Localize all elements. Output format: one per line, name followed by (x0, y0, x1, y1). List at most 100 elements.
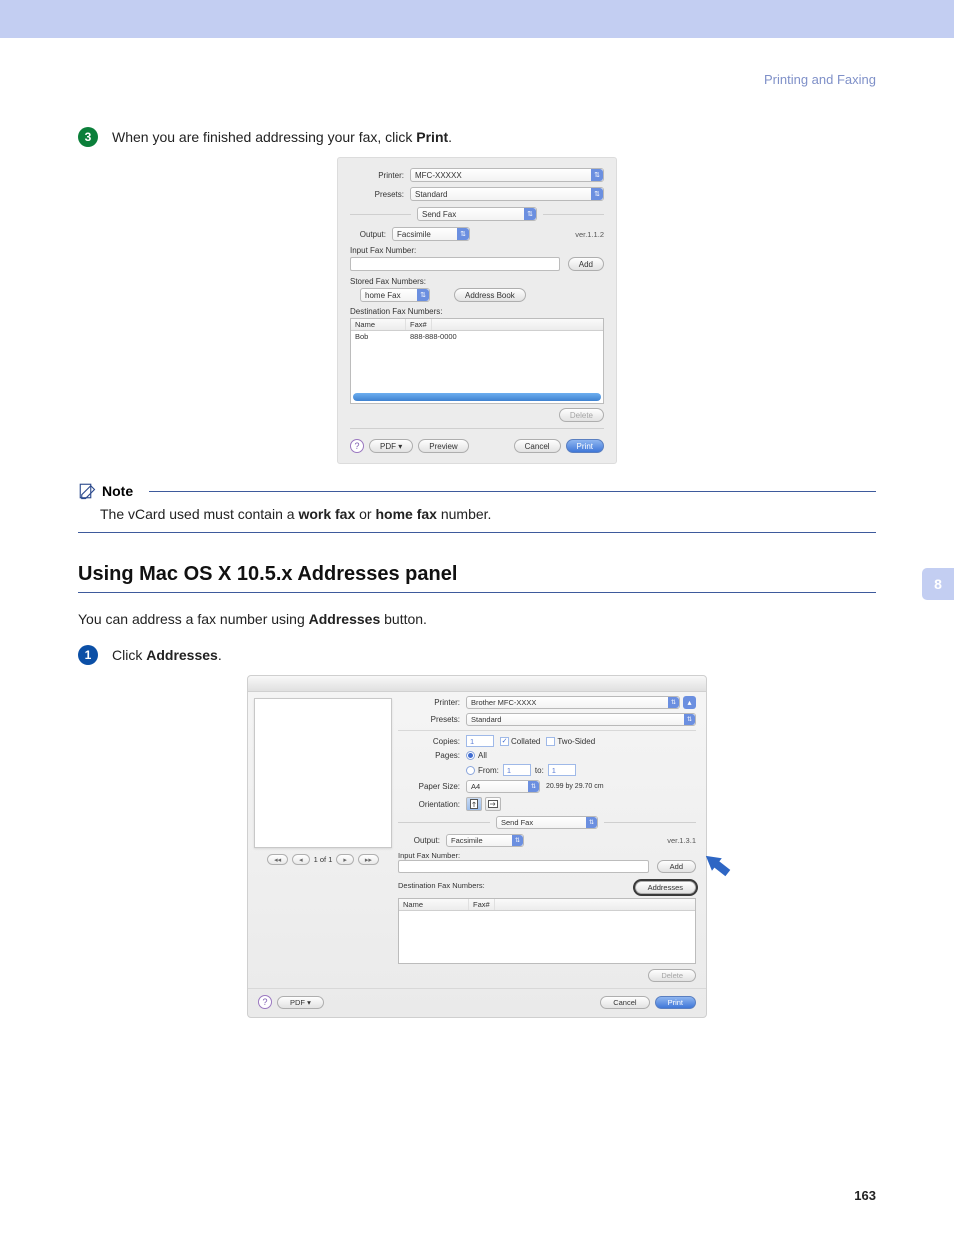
pager-text: 1 of 1 (314, 855, 333, 864)
output-label: Output: (350, 230, 392, 239)
input-fax-field[interactable] (350, 257, 560, 271)
chevron-updown-icon: ⇅ (512, 835, 523, 846)
note-block: Note The vCard used must contain a work … (78, 482, 876, 533)
step-3: 3 When you are finished addressing your … (78, 127, 876, 147)
dest-fax-table[interactable]: Name Fax# Bob 888-888-0000 (350, 318, 604, 404)
section-para: You can address a fax number using (78, 611, 309, 627)
add-button[interactable]: Add (657, 860, 696, 873)
cancel-button[interactable]: Cancel (600, 996, 649, 1009)
printer-label: Printer: (350, 171, 410, 180)
panel-value: Send Fax (422, 210, 456, 219)
address-book-button[interactable]: Address Book (454, 288, 526, 302)
step-3-period: . (448, 129, 452, 145)
chevron-updown-icon: ⇅ (528, 781, 539, 792)
window-titlebar (248, 676, 706, 692)
step-1: 1 Click Addresses. (78, 645, 876, 665)
step-1-addresses: Addresses (146, 647, 218, 663)
copies-input[interactable] (466, 735, 494, 747)
input-fax-label: Input Fax Number: (398, 851, 696, 860)
printer-value: MFC-XXXXX (415, 171, 462, 180)
note-text: The vCard used must contain a (100, 506, 298, 522)
stored-fax-value: home Fax (365, 291, 401, 300)
chevron-updown-icon: ⇅ (668, 697, 679, 708)
presets-select[interactable]: Standard ⇅ (466, 713, 696, 726)
papersize-select[interactable]: A4⇅ (466, 780, 540, 793)
output-label: Output: (398, 836, 446, 845)
pages-to-input[interactable] (548, 764, 576, 776)
pager-last[interactable]: ▸▸ (358, 854, 379, 865)
collated-checkbox[interactable]: ✓ (500, 737, 509, 746)
preview-button[interactable]: Preview (418, 439, 468, 453)
section-para-end: button. (380, 611, 427, 627)
help-icon[interactable]: ? (350, 439, 364, 453)
pages-from-radio[interactable] (466, 766, 475, 775)
input-fax-field[interactable] (398, 860, 649, 873)
orientation-portrait[interactable] (466, 797, 482, 811)
presets-value: Standard (471, 715, 501, 724)
pages-to-label: to: (535, 766, 544, 775)
note-or: or (355, 506, 375, 522)
twosided-checkbox[interactable] (546, 737, 555, 746)
pdf-button[interactable]: PDF ▾ (277, 996, 324, 1009)
output-select[interactable]: Facsimile⇅ (392, 227, 470, 241)
panel-select[interactable]: Send Fax⇅ (417, 207, 537, 221)
printer-label: Printer: (398, 698, 466, 707)
cancel-button[interactable]: Cancel (514, 439, 561, 453)
section-heading: Using Mac OS X 10.5.x Addresses panel (78, 563, 876, 586)
chevron-updown-icon: ⇅ (684, 714, 695, 725)
add-button[interactable]: Add (568, 257, 604, 271)
pages-from-input[interactable] (503, 764, 531, 776)
orientation-landscape[interactable] (485, 797, 501, 811)
output-select[interactable]: Facsimile ⇅ (446, 834, 524, 847)
col-name: Name (351, 319, 406, 330)
stored-fax-select[interactable]: home Fax⇅ (360, 288, 430, 302)
pages-all-radio[interactable] (466, 751, 475, 760)
pager-next[interactable]: ▸ (336, 854, 354, 865)
dest-fax-label: Destination Fax Numbers: (398, 881, 485, 890)
pager-first[interactable]: ◂◂ (267, 854, 288, 865)
copies-label: Copies: (398, 737, 466, 746)
scrollbar[interactable] (353, 393, 601, 401)
panel-value: Send Fax (501, 818, 533, 827)
row-fax: 888-888-0000 (406, 331, 461, 342)
presets-label: Presets: (398, 715, 466, 724)
col-fax: Fax# (406, 319, 432, 330)
section-para-addresses: Addresses (309, 611, 381, 627)
delete-button[interactable]: Delete (559, 408, 604, 422)
print-button[interactable]: Print (566, 439, 604, 453)
output-value: Facsimile (397, 230, 431, 239)
pages-from-label: From: (478, 766, 499, 775)
help-icon[interactable]: ? (258, 995, 272, 1009)
presets-select[interactable]: Standard⇅ (410, 187, 604, 201)
output-value: Facsimile (451, 836, 483, 845)
orientation-label: Orientation: (398, 800, 466, 809)
addresses-button[interactable]: Addresses (635, 881, 696, 894)
col-fax: Fax# (469, 899, 495, 910)
pdf-button[interactable]: PDF ▾ (369, 439, 413, 453)
collapse-icon[interactable]: ▴ (683, 696, 696, 709)
dest-fax-table[interactable]: Name Fax# (398, 898, 696, 964)
printer-select[interactable]: MFC-XXXXX⇅ (410, 168, 604, 182)
note-title: Note (102, 483, 133, 499)
table-row[interactable]: Bob 888-888-0000 (351, 331, 603, 342)
delete-button[interactable]: Delete (648, 969, 696, 982)
pages-label: Pages: (398, 751, 466, 760)
step-1-period: . (218, 647, 222, 663)
collated-label: Collated (511, 737, 540, 746)
printer-select[interactable]: Brother MFC-XXXX ⇅ (466, 696, 680, 709)
stored-fax-label: Stored Fax Numbers: (350, 277, 604, 286)
step-1-text: Click (112, 647, 146, 663)
panel-select[interactable]: Send Fax ⇅ (496, 816, 598, 829)
chevron-updown-icon: ⇅ (586, 817, 597, 828)
print-dialog-1: Printer: MFC-XXXXX⇅ Presets: Standard⇅ S… (337, 157, 617, 464)
version-label: ver.1.3.1 (667, 836, 696, 845)
row-name: Bob (351, 331, 406, 342)
pager-prev[interactable]: ◂ (292, 854, 310, 865)
page-number: 163 (78, 1188, 876, 1203)
step-3-badge: 3 (78, 127, 98, 147)
printer-value: Brother MFC-XXXX (471, 698, 536, 707)
version-label: ver.1.1.2 (575, 230, 604, 239)
print-button[interactable]: Print (655, 996, 696, 1009)
presets-value: Standard (415, 190, 447, 199)
papersize-label: Paper Size: (398, 782, 466, 791)
